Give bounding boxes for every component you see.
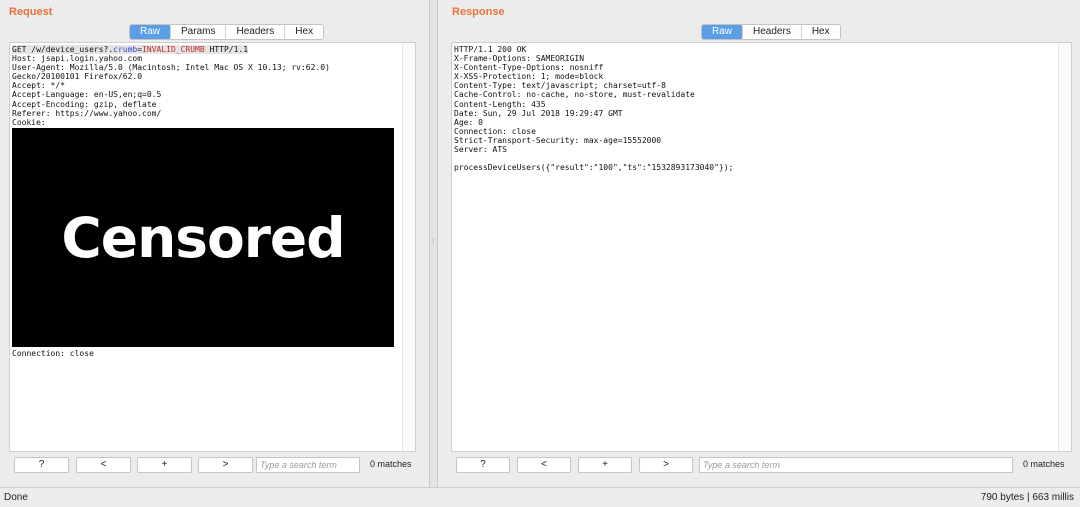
censored-label: Censored bbox=[61, 205, 345, 270]
pane-splitter[interactable]: ⁝ bbox=[430, 0, 437, 487]
response-pane: Response Raw Headers Hex HTTP/1.1 200 OK… bbox=[437, 0, 1080, 487]
response-tab-hex[interactable]: Hex bbox=[802, 25, 840, 39]
request-header-line: Accept: */* bbox=[12, 81, 65, 91]
response-text: HTTP/1.1 200 OK X-Frame-Options: SAMEORI… bbox=[454, 45, 733, 172]
response-matches-count: 0 matches bbox=[1023, 459, 1065, 469]
response-search-input[interactable]: Type a search term bbox=[699, 457, 1013, 473]
request-search-input[interactable]: Type a search term bbox=[256, 457, 360, 473]
request-search-bar: ? < + > Type a search term 0 matches bbox=[0, 457, 429, 475]
request-pane: Request Raw Params Headers Hex GET /w/de… bbox=[0, 0, 430, 487]
request-header-line: Referer: https://www.yahoo.com/ bbox=[12, 108, 162, 118]
request-tail-line: Connection: close bbox=[12, 349, 94, 358]
response-line: X-Frame-Options: SAMEORIGIN bbox=[454, 54, 585, 64]
response-tab-raw[interactable]: Raw bbox=[702, 25, 744, 39]
response-title: Response bbox=[452, 6, 505, 18]
response-stats: 790 bytes | 663 millis bbox=[980, 492, 1074, 503]
response-line: Connection: close bbox=[454, 126, 536, 136]
request-header-line: Host: jsapi.login.yahoo.com bbox=[12, 54, 143, 64]
request-scrollbar[interactable] bbox=[402, 43, 415, 451]
response-body-line: processDeviceUsers({"result":"100","ts":… bbox=[454, 163, 734, 173]
request-method-path: GET /w/device_users?. bbox=[12, 45, 114, 54]
request-header-line: Cookie: bbox=[12, 117, 46, 127]
request-param-name: crumb bbox=[113, 45, 138, 54]
response-line: Content-Length: 435 bbox=[454, 99, 546, 109]
response-tab-headers[interactable]: Headers bbox=[743, 25, 802, 39]
help-button[interactable]: ? bbox=[14, 457, 69, 473]
request-line: GET /w/device_users?.crumb=INVALID_CRUMB… bbox=[12, 45, 249, 54]
request-title: Request bbox=[9, 6, 53, 18]
response-line: X-Content-Type-Options: nosniff bbox=[454, 63, 604, 73]
response-line: HTTP/1.1 200 OK bbox=[454, 45, 527, 54]
help-button[interactable]: ? bbox=[456, 457, 510, 473]
response-line: Strict-Transport-Security: max-age=15552… bbox=[454, 135, 662, 145]
previous-button[interactable]: < bbox=[517, 457, 571, 473]
request-header-line: Accept-Encoding: gzip, deflate bbox=[12, 99, 157, 109]
add-button[interactable]: + bbox=[578, 457, 632, 473]
response-line: Date: Sun, 29 Jul 2018 19:29:47 GMT bbox=[454, 108, 623, 118]
response-editor[interactable]: HTTP/1.1 200 OK X-Frame-Options: SAMEORI… bbox=[451, 42, 1072, 452]
request-tab-params[interactable]: Params bbox=[171, 25, 227, 39]
response-line: Server: ATS bbox=[454, 145, 507, 155]
previous-button[interactable]: < bbox=[76, 457, 131, 473]
censored-block: Censored bbox=[12, 128, 394, 347]
request-matches-count: 0 matches bbox=[370, 459, 412, 469]
next-button[interactable]: > bbox=[639, 457, 693, 473]
response-line: Cache-Control: no-cache, no-store, must-… bbox=[454, 90, 695, 100]
response-tabs: Raw Headers Hex bbox=[701, 24, 841, 40]
request-header-line: Accept-Language: en-US,en;q=0.5 bbox=[12, 90, 162, 100]
status-bar: Done 790 bytes | 663 millis bbox=[0, 487, 1080, 507]
response-line: Content-Type: text/javascript; charset=u… bbox=[454, 81, 666, 91]
response-line: Age: 0 bbox=[454, 117, 483, 127]
request-tab-hex[interactable]: Hex bbox=[285, 25, 323, 39]
burp-repeater-window: Request Raw Params Headers Hex GET /w/de… bbox=[0, 0, 1080, 507]
request-editor[interactable]: GET /w/device_users?.crumb=INVALID_CRUMB… bbox=[9, 42, 416, 452]
request-protocol: HTTP/1.1 bbox=[204, 45, 249, 54]
request-param-value: INVALID_CRUMB bbox=[142, 45, 205, 54]
response-line: X-XSS-Protection: 1; mode=block bbox=[454, 72, 604, 82]
response-scrollbar[interactable] bbox=[1058, 43, 1071, 451]
splitter-grip-icon: ⁝ bbox=[432, 237, 435, 246]
request-tab-headers[interactable]: Headers bbox=[226, 25, 286, 39]
request-header-line: Gecko/20100101 Firefox/62.0 bbox=[12, 72, 143, 82]
request-header-line: User-Agent: Mozilla/5.0 (Macintosh; Inte… bbox=[12, 63, 330, 73]
response-search-bar: ? < + > Type a search term 0 matches bbox=[438, 457, 1080, 475]
next-button[interactable]: > bbox=[198, 457, 253, 473]
add-button[interactable]: + bbox=[137, 457, 192, 473]
request-tab-raw[interactable]: Raw bbox=[130, 25, 172, 39]
request-tabs: Raw Params Headers Hex bbox=[129, 24, 325, 40]
status-text: Done bbox=[4, 492, 28, 503]
request-text: GET /w/device_users?.crumb=INVALID_CRUMB… bbox=[12, 45, 330, 127]
